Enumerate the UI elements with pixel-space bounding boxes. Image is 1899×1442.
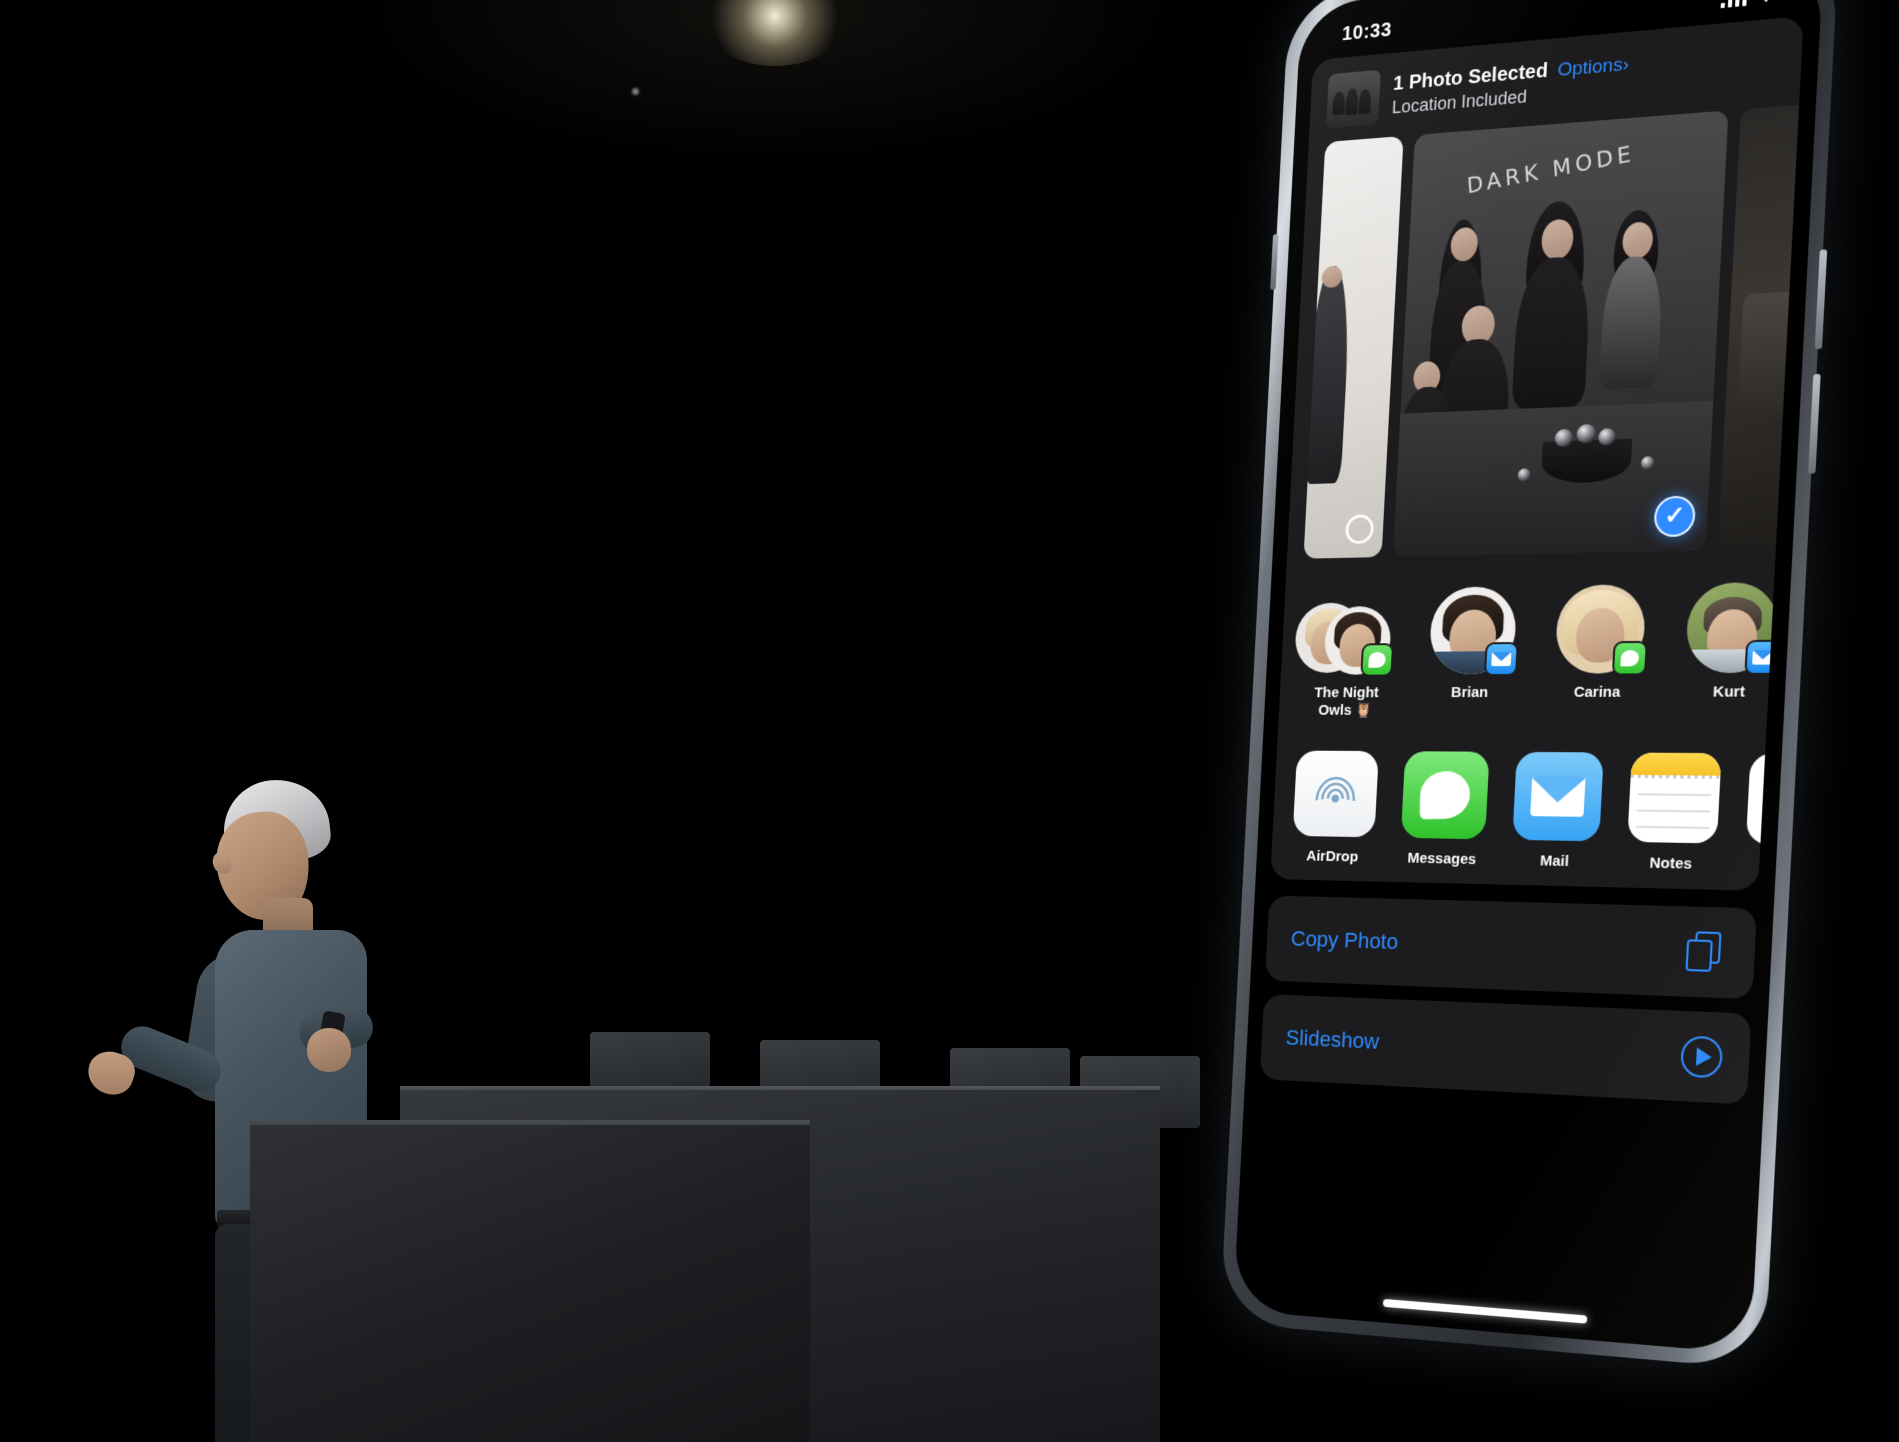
app-item-mail[interactable]: Mail bbox=[1509, 751, 1606, 871]
app-label: Notes bbox=[1649, 854, 1693, 873]
contact-name: Brian bbox=[1450, 684, 1489, 701]
mail-badge-icon bbox=[1483, 642, 1519, 677]
app-item-notes[interactable]: Notes bbox=[1624, 752, 1724, 874]
photo-carousel[interactable]: DARK MODE ✓ bbox=[1286, 96, 1804, 575]
options-label: Options bbox=[1557, 54, 1624, 82]
mail-badge-icon bbox=[1744, 639, 1782, 676]
wifi-icon bbox=[1762, 0, 1770, 3]
apps-row[interactable]: AirDrop Messages Mail Notes bbox=[1270, 731, 1804, 891]
app-item-airdrop[interactable]: AirDrop bbox=[1289, 750, 1380, 866]
messages-badge-icon bbox=[1360, 643, 1394, 677]
presenter-hand-right bbox=[307, 1028, 351, 1072]
share-sheet-top-panel: × 1 Photo Selected Options› bbox=[1270, 15, 1804, 891]
avatar bbox=[1684, 581, 1782, 676]
contact-name: The Night Owls 🦉 bbox=[1313, 684, 1380, 719]
contact-item[interactable]: Carina bbox=[1545, 584, 1655, 702]
copy-icon bbox=[1685, 931, 1728, 973]
messages-badge-icon bbox=[1611, 640, 1648, 676]
selected-photo-thumbnail[interactable] bbox=[1326, 69, 1381, 129]
contacts-row[interactable]: The Night Owls 🦉 Brian Carina Kurt bbox=[1277, 565, 1782, 733]
share-sheet: × 1 Photo Selected Options› bbox=[1248, 15, 1804, 1352]
photo-thumbnail-next[interactable] bbox=[1717, 96, 1804, 551]
contact-item[interactable]: Kurt bbox=[1675, 581, 1789, 702]
action-label: Copy Photo bbox=[1290, 926, 1399, 955]
avatar bbox=[1293, 588, 1394, 677]
app-label: AirDrop bbox=[1305, 847, 1359, 866]
play-circle-icon bbox=[1679, 1035, 1724, 1079]
photo-thumbnail-previous[interactable] bbox=[1303, 135, 1404, 559]
photo-thumbnail-selected[interactable]: DARK MODE ✓ bbox=[1392, 110, 1729, 557]
contact-name: Kurt bbox=[1712, 683, 1746, 701]
light-speck bbox=[632, 88, 639, 95]
status-bar-clock: 10:33 bbox=[1341, 18, 1393, 45]
airdrop-icon bbox=[1292, 750, 1379, 838]
app-label: Messages bbox=[1407, 849, 1477, 869]
app-label: Rem bbox=[1742, 856, 1804, 876]
spotlight-fixture bbox=[700, 0, 850, 66]
status-bar-indicators bbox=[1720, 0, 1779, 8]
signal-bars-icon bbox=[1720, 0, 1748, 8]
contact-item[interactable]: The Night Owls 🦉 bbox=[1293, 588, 1401, 720]
avatar bbox=[1554, 584, 1648, 676]
keynote-stage-scene: 10:33 × bbox=[0, 0, 1899, 1442]
share-sheet-header-text: 1 Photo Selected Options› Location Inclu… bbox=[1391, 39, 1783, 118]
avatar bbox=[1428, 586, 1519, 677]
contact-name: Carina bbox=[1573, 683, 1621, 701]
app-label: Mail bbox=[1539, 852, 1570, 871]
action-row-copy-photo[interactable]: Copy Photo bbox=[1264, 895, 1758, 1000]
chevron-right-icon: › bbox=[1621, 53, 1630, 76]
stage-podium bbox=[250, 1125, 810, 1442]
messages-icon bbox=[1400, 751, 1490, 840]
iphone-screen: 10:33 × bbox=[1233, 0, 1824, 1354]
iphone-device: 10:33 × bbox=[1219, 0, 1840, 1370]
mail-icon bbox=[1512, 751, 1604, 842]
app-item-messages[interactable]: Messages bbox=[1397, 751, 1491, 868]
notes-icon bbox=[1627, 752, 1722, 844]
actions-list: Copy Photo Slideshow bbox=[1259, 895, 1758, 1105]
action-label: Slideshow bbox=[1285, 1025, 1380, 1054]
contact-item[interactable]: Brian bbox=[1419, 586, 1525, 702]
action-row-slideshow[interactable]: Slideshow bbox=[1259, 994, 1752, 1105]
